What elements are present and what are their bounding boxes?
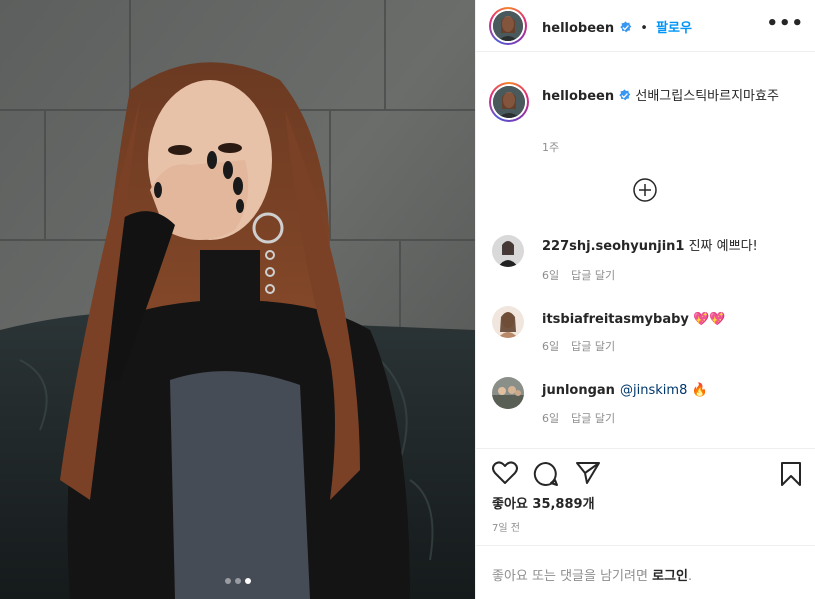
caption-username[interactable]: hellobeen xyxy=(542,89,614,104)
carousel-dot xyxy=(234,578,241,584)
add-comment-icon[interactable] xyxy=(633,178,657,202)
comment-age: 6일 xyxy=(542,340,560,353)
verified-badge-icon xyxy=(619,89,631,101)
more-options-icon[interactable]: ••• xyxy=(766,13,804,34)
heart-icon[interactable] xyxy=(492,461,518,485)
comment-username[interactable]: junlongan xyxy=(542,383,615,398)
login-link[interactable]: 로그인 xyxy=(652,569,688,584)
likes-count[interactable]: 좋아요 35,889개 xyxy=(492,493,595,512)
carousel-dot-active xyxy=(244,578,251,584)
header-separator: • xyxy=(640,21,648,36)
comment-row: junlongan @jinskim8 🔥 xyxy=(542,379,708,398)
caption-age: 1주 xyxy=(542,141,560,154)
divider xyxy=(476,448,815,449)
post-header: hellobeen • 팔로우 ••• xyxy=(476,0,815,52)
reply-button[interactable]: 답글 달기 xyxy=(571,269,615,282)
comment-avatar[interactable] xyxy=(492,377,524,409)
author-username[interactable]: hellobeen xyxy=(542,21,614,36)
comment-text: 진짜 예쁘다! xyxy=(684,239,758,254)
verified-badge-icon xyxy=(620,21,632,33)
divider xyxy=(476,545,815,546)
carousel-dot xyxy=(224,578,231,584)
comment-meta: 6일 답글 달기 xyxy=(542,267,627,283)
caption-author-avatar[interactable] xyxy=(489,82,529,122)
login-prompt-text: 좋아요 또는 댓글을 남기려면 xyxy=(492,569,653,584)
reply-button[interactable]: 답글 달기 xyxy=(571,412,615,425)
post-side-panel: hellobeen • 팔로우 ••• hellobeen 선배그립스틱바르지마… xyxy=(475,0,815,599)
comment-avatar[interactable] xyxy=(492,306,524,338)
post-photo[interactable] xyxy=(0,0,475,599)
post-date[interactable]: 7일 전 xyxy=(492,519,520,534)
comment-meta: 6일 답글 달기 xyxy=(542,338,627,354)
carousel-indicator xyxy=(0,578,475,584)
post-image xyxy=(0,0,475,599)
reply-button[interactable]: 답글 달기 xyxy=(571,340,615,353)
comment-age: 6일 xyxy=(542,412,560,425)
author-avatar[interactable] xyxy=(489,7,527,45)
comment-username[interactable]: 227shj.seohyunjin1 xyxy=(542,239,684,254)
caption-text: 선배그립스틱바르지마효주 xyxy=(635,89,779,104)
comment-icon[interactable] xyxy=(533,461,559,487)
bookmark-icon[interactable] xyxy=(779,461,803,487)
post-caption: hellobeen 선배그립스틱바르지마효주 xyxy=(542,88,796,106)
comment-age: 6일 xyxy=(542,269,560,282)
comment-username[interactable]: itsbiafreitasmybaby xyxy=(542,312,689,327)
comment-avatar[interactable] xyxy=(492,235,524,267)
share-icon[interactable] xyxy=(575,461,601,485)
login-prompt: 좋아요 또는 댓글을 남기려면 로그인. xyxy=(492,565,692,584)
comment-row: itsbiafreitasmybaby 💖💖 xyxy=(542,308,725,327)
comment-text: 🔥 xyxy=(687,383,708,398)
comment-meta: 6일 답글 달기 xyxy=(542,410,627,426)
follow-button[interactable]: 팔로우 xyxy=(656,21,692,36)
comment-row: 227shj.seohyunjin1 진짜 예쁘다! xyxy=(542,235,758,254)
login-prompt-suffix: . xyxy=(687,569,693,584)
comment-mention[interactable]: @jinskim8 xyxy=(620,383,687,398)
comment-text: 💖💖 xyxy=(688,312,726,327)
